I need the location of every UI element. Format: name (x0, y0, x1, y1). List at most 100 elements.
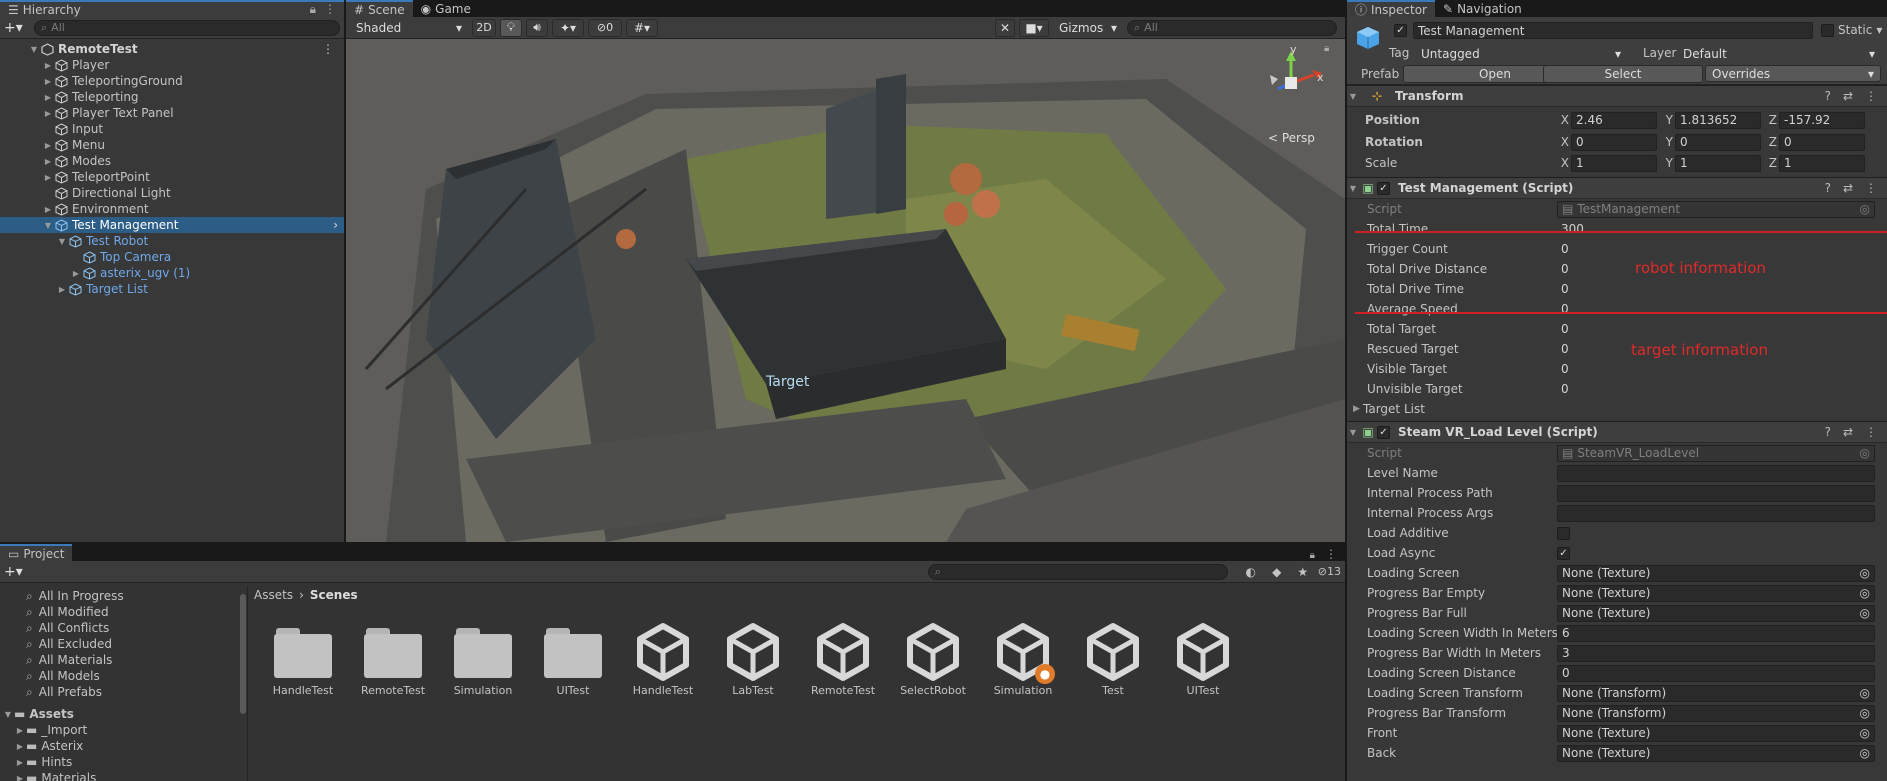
scale-x-field[interactable]: 1 (1571, 154, 1657, 172)
property-value-field[interactable]: 0 (1557, 381, 1875, 398)
expand-arrow-icon[interactable]: ▼ (1347, 428, 1359, 437)
active-checkbox[interactable]: ✓ (1394, 24, 1407, 37)
hierarchy-item[interactable]: Directional Light (0, 185, 344, 201)
property-value-field[interactable] (1557, 464, 1875, 482)
object-picker-icon[interactable]: ◎ (1860, 726, 1870, 740)
effects-dropdown-button[interactable]: ✦▾ (552, 18, 584, 37)
object-picker-icon[interactable]: ◎ (1860, 686, 1870, 700)
hierarchy-item[interactable]: ▶ Menu (0, 137, 344, 153)
object-field[interactable]: None (Transform) ◎ (1557, 684, 1875, 702)
position-x-field[interactable]: 2.46 (1571, 111, 1657, 129)
rotation-y-field[interactable]: 0 (1675, 133, 1761, 151)
filter-by-label-icon[interactable]: ◆ (1266, 565, 1288, 579)
layer-dropdown[interactable]: Default ▾ (1677, 45, 1881, 62)
camera-dropdown-button[interactable]: ■▾ (1019, 18, 1049, 37)
transform-header[interactable]: ▼ ⊹ Transform ? ⇄ ⋮ (1347, 85, 1887, 107)
expand-arrow-icon[interactable]: ▶ (42, 61, 54, 70)
asset-folder-item[interactable]: ▶ ▬ _Import (0, 722, 247, 738)
lock-icon[interactable]: 🔒︎ (1310, 550, 1315, 561)
chevron-right-icon[interactable]: › (333, 218, 338, 232)
folder-asset[interactable]: UITest (528, 620, 618, 697)
object-field[interactable]: None (Texture) ◎ (1557, 584, 1875, 602)
more-menu-icon[interactable]: ⋮ (1865, 181, 1877, 195)
static-checkbox[interactable] (1821, 23, 1834, 37)
hierarchy-root[interactable]: ▼ RemoteTest ⋮ (0, 41, 344, 57)
scene-asset[interactable]: HandleTest (618, 620, 708, 697)
project-search-input[interactable]: ⌕ (927, 563, 1228, 580)
property-checkbox[interactable] (1557, 526, 1570, 540)
hierarchy-search-input[interactable]: ⌕ All (34, 19, 340, 36)
script-reference-field[interactable]: ▤ SteamVR_LoadLevel ◎ (1557, 444, 1875, 462)
orientation-gizmo[interactable]: y x (1256, 43, 1326, 115)
property-value-field[interactable]: 0 (1557, 281, 1875, 298)
expand-arrow-icon[interactable]: ▼ (28, 45, 40, 54)
target-list-foldout[interactable]: ▶ Target List (1347, 399, 1887, 419)
property-value-field[interactable]: 0 (1557, 664, 1875, 682)
object-name-field[interactable]: Test Management (1413, 22, 1813, 39)
hierarchy-item[interactable]: ▼ Test Management › (0, 217, 344, 233)
expand-arrow-icon[interactable]: ▶ (42, 157, 54, 166)
prefab-select-button[interactable]: Select (1543, 65, 1703, 83)
property-checkbox[interactable]: ✓ (1557, 546, 1570, 560)
folder-asset[interactable]: Simulation (438, 620, 528, 697)
hidden-packages-toggle[interactable]: ⊘13 (1318, 565, 1341, 578)
tab-navigation[interactable]: ✎ Navigation (1435, 0, 1530, 17)
object-field[interactable]: None (Texture) ◎ (1557, 724, 1875, 742)
expand-arrow-icon[interactable]: ▶ (1347, 404, 1361, 414)
expand-arrow-icon[interactable]: ▶ (42, 205, 54, 214)
favorite-item[interactable]: ⌕ All Modified (0, 604, 247, 620)
expand-arrow-icon[interactable]: ▶ (42, 173, 54, 182)
help-icon[interactable]: ? (1825, 425, 1831, 439)
hierarchy-item[interactable]: ▶ TeleportPoint (0, 169, 344, 185)
hierarchy-item[interactable]: ▶ Player (0, 57, 344, 73)
add-dropdown-button[interactable]: +▾ (4, 564, 23, 580)
object-picker-icon[interactable]: ◎ (1860, 706, 1870, 720)
property-value-field[interactable]: 0 (1557, 361, 1875, 378)
scene-asset[interactable]: Test (1068, 620, 1158, 697)
position-z-field[interactable]: -157.92 (1779, 111, 1865, 129)
rotation-z-field[interactable]: 0 (1779, 133, 1865, 151)
presets-icon[interactable]: ⇄ (1843, 425, 1853, 439)
hierarchy-item[interactable]: Top Camera (0, 249, 344, 265)
scale-y-field[interactable]: 1 (1675, 154, 1761, 172)
more-menu-icon[interactable]: ⋮ (324, 2, 336, 17)
asset-folder-item[interactable]: ▶ ▬ Asterix (0, 738, 247, 754)
filter-by-type-icon[interactable]: ◐ (1240, 565, 1262, 579)
tab-game[interactable]: ◉ Game (413, 0, 479, 17)
property-value-field[interactable] (1557, 484, 1875, 502)
scene-asset[interactable]: ● Simulation (978, 620, 1068, 697)
lock-icon[interactable]: 🔒︎ (310, 2, 316, 17)
hierarchy-item[interactable]: ▶ Environment (0, 201, 344, 217)
expand-arrow-icon[interactable]: ▶ (14, 742, 26, 751)
hierarchy-item[interactable]: ▼ Test Robot (0, 233, 344, 249)
audio-toggle-button[interactable]: 🔊︎ (526, 18, 548, 37)
tools-button[interactable]: ✕ (995, 18, 1015, 37)
expand-arrow-icon[interactable]: ▼ (1347, 92, 1359, 101)
hidden-objects-toggle[interactable]: ⊘ 0 (588, 18, 622, 37)
object-field[interactable]: None (Texture) ◎ (1557, 564, 1875, 582)
component-enabled-checkbox[interactable]: ✓ (1377, 425, 1390, 439)
hierarchy-item[interactable]: Input (0, 121, 344, 137)
assets-root-item[interactable]: ▼ ▬ Assets (0, 706, 247, 722)
object-picker-icon[interactable]: ◎ (1860, 566, 1870, 580)
expand-arrow-icon[interactable]: ▶ (42, 141, 54, 150)
more-menu-icon[interactable]: ⋮ (1865, 425, 1877, 439)
tab-hierarchy[interactable]: ☰ Hierarchy 🔒︎ ⋮ (0, 0, 344, 17)
expand-arrow-icon[interactable]: ▶ (14, 726, 26, 735)
scale-z-field[interactable]: 1 (1779, 154, 1865, 172)
rotation-x-field[interactable]: 0 (1571, 133, 1657, 151)
script-reference-field[interactable]: ▤ TestManagement ◎ (1557, 200, 1875, 218)
scene-lock-icon[interactable]: 🔒︎ (1324, 43, 1329, 54)
projection-toggle[interactable]: < Persp (1268, 131, 1315, 145)
object-picker-icon[interactable]: ◎ (1860, 746, 1870, 760)
favorite-item[interactable]: ⌕ All Conflicts (0, 620, 247, 636)
property-value-field[interactable] (1557, 504, 1875, 522)
scene-asset[interactable]: RemoteTest (798, 620, 888, 697)
favorite-item[interactable]: ⌕ All Excluded (0, 636, 247, 652)
expand-arrow-icon[interactable]: ▶ (42, 77, 54, 86)
property-value-field[interactable]: 3 (1557, 644, 1875, 662)
tab-inspector[interactable]: ⓘ Inspector (1347, 0, 1435, 17)
test-management-header[interactable]: ▼ ▣ ✓ Test Management (Script) ? ⇄ ⋮ (1347, 177, 1887, 199)
folder-asset[interactable]: RemoteTest (348, 620, 438, 697)
object-picker-icon[interactable]: ◎ (1860, 446, 1870, 460)
